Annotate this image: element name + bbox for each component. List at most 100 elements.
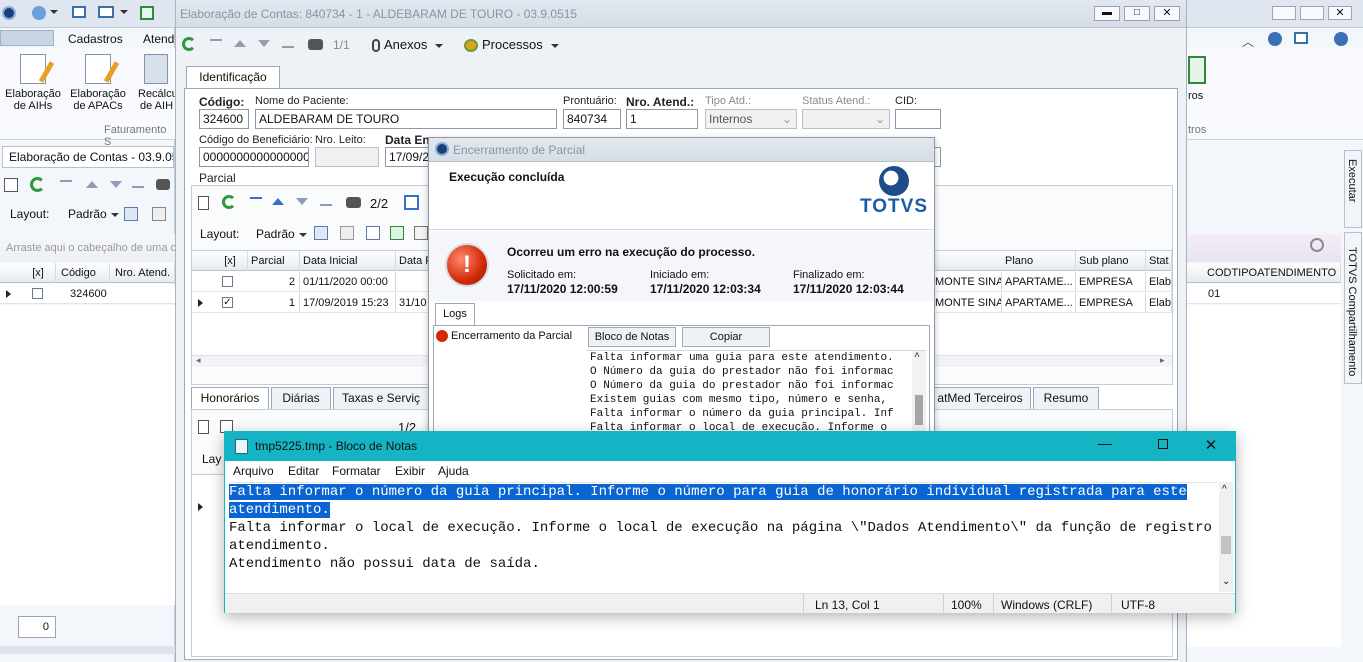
close-button[interactable]: ✕ — [1154, 6, 1180, 21]
chevron-down-icon[interactable] — [120, 10, 128, 14]
tab-logs[interactable]: Logs — [435, 303, 475, 326]
nro-leito-field[interactable] — [315, 147, 379, 167]
help-circle-icon[interactable] — [1334, 32, 1348, 46]
tab-matmed-terceiros[interactable]: atMed Terceiros — [929, 387, 1031, 409]
scroll-thumb[interactable] — [915, 395, 923, 425]
column-header-parcial[interactable]: Parcial — [248, 251, 300, 271]
tab-resumo[interactable]: Resumo — [1033, 387, 1099, 409]
copiar-button[interactable]: Copiar — [682, 327, 770, 347]
last-record-icon[interactable] — [320, 197, 332, 206]
copy-layout-icon[interactable] — [314, 226, 328, 240]
last-record-icon[interactable] — [132, 180, 144, 188]
anexos-button[interactable]: Anexos — [372, 37, 444, 53]
notepad-scrollbar[interactable]: ^ ⌄ — [1219, 482, 1233, 592]
cube-icon[interactable] — [1188, 56, 1206, 84]
column-header-nro-atend[interactable]: Nro. Atend. — [112, 263, 175, 283]
ribbon-tab-cadastros[interactable]: Cadastros — [68, 32, 123, 46]
new-icon[interactable] — [198, 420, 209, 434]
aih-button[interactable]: Elaboração de AIHs — [2, 52, 64, 122]
next-record-icon[interactable] — [110, 181, 122, 188]
menu-editar[interactable]: Editar — [288, 464, 319, 478]
tab-honorarios[interactable]: Honorários — [191, 387, 269, 410]
restore-icon[interactable] — [1300, 6, 1324, 20]
minimize-button[interactable]: — — [1093, 436, 1117, 454]
new-icon[interactable] — [198, 196, 209, 210]
help-icon[interactable] — [1268, 32, 1282, 46]
column-header-check[interactable]: [x] — [18, 263, 56, 283]
binoculars-icon[interactable] — [308, 39, 323, 50]
beneficiario-field[interactable]: 0000000000000000 — [199, 147, 309, 167]
side-tab-totvs-compartilhamento[interactable]: TOTVS Compartilhamento — [1344, 232, 1362, 384]
window-icon[interactable] — [72, 6, 86, 18]
layout-icon[interactable] — [98, 6, 114, 18]
status-atend-select[interactable]: ⌄ — [802, 109, 890, 129]
column-header-sub-plano[interactable]: Sub plano — [1076, 251, 1146, 271]
row-checkbox-checked[interactable]: ✓ — [222, 297, 233, 308]
binoculars-icon[interactable] — [346, 197, 361, 208]
page-number-input[interactable]: 0 — [18, 616, 56, 638]
apac-button[interactable]: Elaboração de APACs — [66, 52, 130, 122]
menu-formatar[interactable]: Formatar — [332, 464, 381, 478]
refresh-icon[interactable] — [30, 177, 45, 192]
codigo-field[interactable]: 324600 — [199, 109, 249, 129]
last-record-icon[interactable] — [282, 39, 294, 48]
scroll-down-icon[interactable]: ⌄ — [1222, 576, 1230, 587]
column-header-codtipoatendimento[interactable]: CODTIPOATENDIMENTO — [1204, 263, 1341, 283]
tab-identificacao[interactable]: Identificação — [186, 66, 280, 89]
notepad-text-area[interactable]: Falta informar o número da guia principa… — [229, 482, 1217, 592]
column-header-data-inicial[interactable]: Data Inicial — [300, 251, 396, 271]
first-record-icon[interactable] — [250, 197, 262, 206]
ribbon-menu-button[interactable] — [0, 30, 54, 46]
maximize-button[interactable] — [1151, 438, 1175, 454]
export-excel-icon[interactable] — [390, 226, 404, 240]
grid-icon[interactable] — [340, 226, 354, 240]
previous-record-icon[interactable] — [86, 181, 98, 188]
previous-record-icon[interactable] — [234, 40, 246, 47]
chevron-down-icon[interactable] — [50, 10, 58, 14]
print-icon[interactable] — [414, 226, 428, 240]
first-record-icon[interactable] — [60, 180, 72, 188]
copy-layout-icon[interactable] — [124, 207, 138, 221]
parcial-layout-dropdown[interactable]: Padrão — [256, 227, 307, 241]
scroll-thumb[interactable] — [1221, 536, 1231, 554]
tab-taxas-servicos[interactable]: Taxas e Serviç — [333, 387, 429, 409]
maximize-button[interactable]: □ — [1124, 6, 1150, 21]
paciente-field[interactable]: ALDEBARAM DE TOURO — [255, 109, 557, 129]
data-entrada-field[interactable]: 17/09/2 — [385, 147, 433, 167]
refresh-icon[interactable] — [182, 37, 196, 51]
search-icon[interactable] — [1310, 238, 1324, 252]
app-logo-icon[interactable] — [2, 6, 16, 20]
column-header-plano[interactable]: Plano — [1002, 251, 1076, 271]
menu-arquivo[interactable]: Arquivo — [233, 464, 274, 478]
scroll-right-icon[interactable]: ▸ — [1160, 355, 1165, 366]
scroll-up-icon[interactable]: ^ — [914, 351, 920, 365]
document-tab[interactable]: Elaboração de Contas - 03.9.051 — [2, 146, 174, 168]
row-checkbox[interactable] — [222, 276, 233, 287]
nro-atend-field[interactable]: 1 — [626, 109, 698, 129]
binoculars-icon[interactable] — [156, 179, 170, 190]
log-scrollbar[interactable]: ^ — [912, 351, 926, 436]
column-header-status[interactable]: Stat — [1146, 251, 1172, 271]
globe-icon[interactable] — [32, 6, 46, 20]
tab-diarias[interactable]: Diárias — [271, 387, 331, 409]
previous-record-icon[interactable] — [272, 198, 284, 205]
scroll-left-icon[interactable]: ◂ — [196, 355, 201, 366]
table-icon[interactable] — [366, 226, 380, 240]
prontuario-field[interactable]: 840734 — [563, 109, 621, 129]
bg-scrollbar[interactable] — [0, 646, 175, 654]
next-record-icon[interactable] — [258, 40, 270, 47]
scroll-up-icon[interactable]: ^ — [1222, 484, 1227, 495]
right-table-row[interactable]: 01 — [1186, 284, 1341, 304]
layout-dropdown[interactable]: Padrão — [68, 207, 119, 221]
grid-icon[interactable] — [152, 207, 166, 221]
close-button[interactable]: ✕ — [1199, 436, 1223, 454]
tipo-atd-select[interactable]: Internos ⌄ — [705, 109, 797, 129]
column-header-check[interactable]: [x] — [210, 251, 248, 271]
panel-icon[interactable] — [1294, 32, 1308, 44]
cid-field[interactable] — [895, 109, 941, 129]
processos-button[interactable]: Processos — [464, 37, 559, 53]
first-record-icon[interactable] — [210, 39, 222, 48]
edit-icon[interactable] — [4, 178, 18, 192]
table-row[interactable]: 324600 — [0, 284, 175, 304]
ribbon-tab-atendimento[interactable]: Atend — [143, 32, 174, 46]
